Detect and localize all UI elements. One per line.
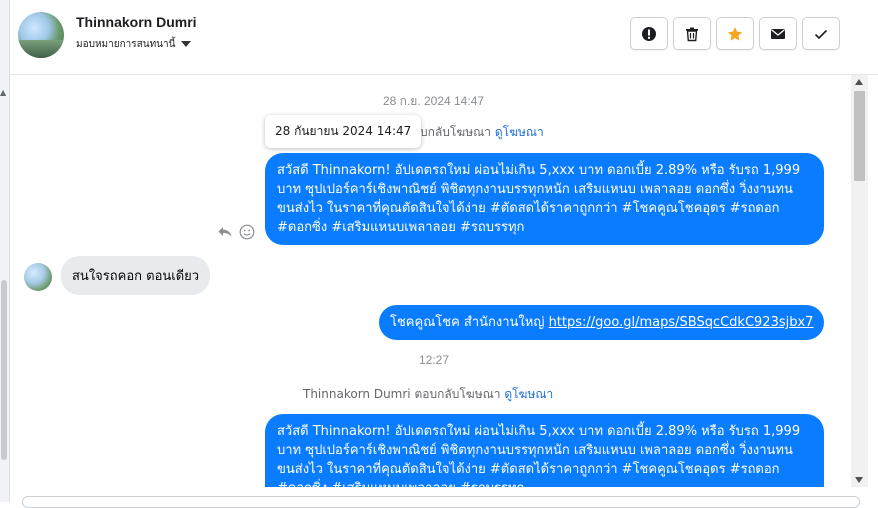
- timestamp: 28 ก.ย. 2024 14:47: [383, 94, 485, 108]
- sender-name: Thinnakorn Dumri: [303, 387, 411, 401]
- email-button[interactable]: [759, 17, 797, 50]
- caret-down-icon: [181, 41, 192, 47]
- incoming-message-bubble[interactable]: สนใจรถคอก ตอนเดียว: [61, 256, 211, 295]
- left-panel-edge: ▲: [0, 0, 10, 502]
- contact-avatar[interactable]: [18, 12, 64, 58]
- conversation-header: Thinnakorn Dumri มอบหมายการสนทนานี้: [10, 0, 878, 75]
- message-text: โชคคูณโชค สำนักงานใหญ่: [390, 315, 545, 330]
- outgoing-message-bubble[interactable]: สวัสดี Thinnakorn! อัปเดตรถใหม่ ผ่อนไม่เ…: [265, 153, 824, 245]
- checkmark-icon: [814, 29, 828, 39]
- assign-conversation-dropdown[interactable]: มอบหมายการสนทนานี้: [76, 37, 192, 52]
- timestamp: 12:27: [419, 353, 450, 367]
- reply-icon[interactable]: [217, 224, 233, 240]
- reply-to-ad-meta: ตอบกลับโฆษณา ดูโฆษณา: [405, 123, 544, 142]
- view-ad-link[interactable]: ดูโฆษณา: [504, 387, 553, 401]
- contact-avatar-small: [24, 263, 52, 291]
- outgoing-message-bubble-link[interactable]: โชคคูณโชค สำนักงานใหญ่ https://goo.gl/ma…: [379, 305, 825, 340]
- exclamation-circle-icon: [642, 26, 656, 41]
- message-actions: [217, 224, 255, 240]
- message-thread[interactable]: 28 ก.ย. 2024 14:47 ตอบกลับโฆษณา ดูโฆษณา …: [10, 75, 851, 487]
- envelope-icon: [771, 28, 785, 39]
- emoji-reaction-icon[interactable]: [239, 224, 255, 240]
- delete-button[interactable]: [673, 17, 711, 50]
- scroll-up-icon[interactable]: ▲: [0, 88, 6, 97]
- star-button[interactable]: [716, 17, 754, 50]
- trash-icon: [686, 27, 698, 41]
- scroll-down-arrow-icon[interactable]: [855, 477, 863, 483]
- scroll-up-arrow-icon[interactable]: [855, 79, 863, 85]
- contact-name[interactable]: Thinnakorn Dumri: [76, 14, 197, 30]
- reply-to-ad-text: ตอบกลับโฆษณา: [414, 387, 501, 401]
- star-icon: [727, 26, 743, 41]
- done-button[interactable]: [802, 17, 840, 50]
- assign-label: มอบหมายการสนทนานี้: [76, 39, 176, 50]
- left-scroll-thumb[interactable]: [1, 280, 7, 460]
- scrollbar-thumb[interactable]: [854, 91, 865, 181]
- reply-to-ad-meta: Thinnakorn Dumri ตอบกลับโฆษณา ดูโฆษณา: [303, 385, 553, 404]
- report-button[interactable]: [630, 17, 668, 50]
- timestamp-tooltip: 28 กันยายน 2024 14:47: [265, 115, 422, 148]
- view-ad-link[interactable]: ดูโฆษณา: [495, 125, 544, 139]
- thread-scrollbar[interactable]: [851, 75, 868, 487]
- conversation-toolbar: [630, 17, 840, 50]
- outgoing-message-bubble[interactable]: สวัสดี Thinnakorn! อัปเดตรถใหม่ ผ่อนไม่เ…: [265, 414, 824, 487]
- map-link[interactable]: https://goo.gl/maps/SBSqcCdkC923sjbx7: [549, 315, 814, 330]
- message-composer[interactable]: [22, 496, 860, 508]
